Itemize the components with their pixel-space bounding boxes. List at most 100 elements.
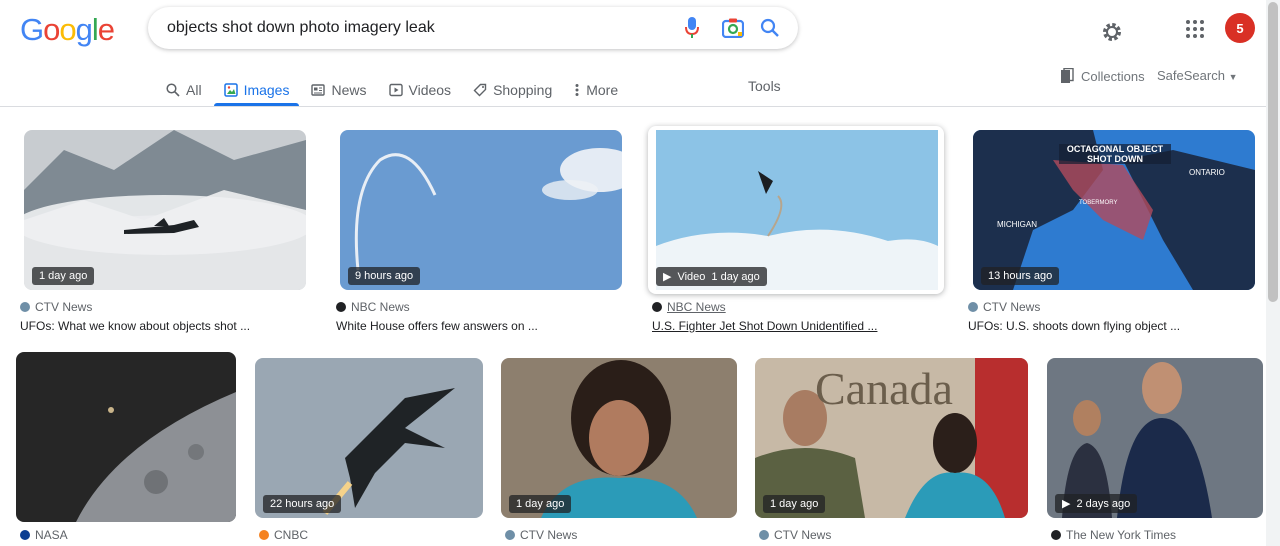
result-source[interactable]: NBC News: [336, 300, 410, 314]
time-badge: 22 hours ago: [263, 495, 342, 513]
image-icon: [223, 83, 238, 97]
result-source[interactable]: CNBC: [259, 528, 308, 542]
time-badge: 1 day ago: [509, 495, 572, 513]
video-label: Video: [677, 270, 706, 283]
map-label: MICHIGAN: [997, 220, 1037, 229]
map-title-line: OCTAGONAL OBJECT: [1066, 144, 1164, 154]
more-vert-icon: [575, 84, 579, 96]
tab-label: Shopping: [493, 82, 553, 98]
favicon-icon: [336, 302, 346, 312]
collections-label: Collections: [1081, 68, 1145, 84]
search-box[interactable]: objects shot down photo imagery leak: [148, 7, 798, 49]
time-badge: 13 hours ago: [981, 267, 1060, 285]
result-thumbnail[interactable]: 1 day ago: [501, 358, 737, 518]
result-title[interactable]: White House offers few answers on ...: [336, 319, 538, 333]
tab-shopping[interactable]: Shopping: [473, 68, 552, 103]
time-label: 9 hours ago: [355, 270, 414, 282]
result-source[interactable]: NASA: [20, 528, 68, 542]
time-label: 22 hours ago: [270, 498, 335, 510]
tab-news[interactable]: News: [311, 68, 367, 103]
search-icon[interactable]: [758, 16, 782, 40]
result-thumbnail[interactable]: 22 hours ago: [255, 358, 483, 518]
avatar-text: 5: [1236, 20, 1244, 36]
collections-button[interactable]: Collections: [1060, 68, 1145, 84]
time-badge: 1 day ago: [763, 495, 826, 513]
scrollbar[interactable]: [1266, 0, 1280, 546]
tag-icon: [473, 83, 487, 97]
time-badge: 9 hours ago: [348, 267, 421, 285]
source-label: NASA: [35, 528, 68, 542]
search-tabs: All Images News Videos Shopping More: [166, 68, 640, 106]
source-label: CTV News: [520, 528, 578, 542]
result-title[interactable]: UFOs: What we know about objects shot ..…: [20, 319, 250, 333]
time-label: 13 hours ago: [988, 270, 1053, 282]
canada-sign-text: Canada: [815, 363, 953, 414]
time-badge: 1 day ago: [32, 267, 95, 285]
result-source[interactable]: NBC News: [652, 300, 726, 314]
result-thumbnail[interactable]: [16, 352, 236, 522]
tab-label: More: [586, 82, 619, 98]
logo-letter: o: [59, 12, 76, 47]
source-label: CTV News: [983, 300, 1041, 314]
source-label: CNBC: [274, 528, 309, 542]
map-label: TOBERMORY: [1079, 200, 1118, 206]
video-badge: ▶ Video 1 day ago: [656, 267, 767, 286]
result-source[interactable]: CTV News: [20, 300, 92, 314]
logo-letter: e: [97, 12, 115, 47]
play-icon: ▶: [1062, 498, 1071, 510]
result-thumbnail[interactable]: Canada 1 day ago: [755, 358, 1028, 518]
map-label: ONTARIO: [1189, 168, 1225, 177]
result-thumbnail[interactable]: 9 hours ago: [340, 130, 622, 290]
result-source[interactable]: CTV News: [968, 300, 1040, 314]
tab-images[interactable]: Images: [213, 68, 300, 106]
favicon-icon: [759, 530, 769, 540]
source-label: The New York Times: [1066, 528, 1177, 542]
tools-button[interactable]: Tools: [748, 78, 781, 94]
google-logo[interactable]: Google: [20, 12, 115, 48]
tab-label: Images: [243, 82, 290, 98]
gear-icon[interactable]: [1100, 20, 1124, 44]
logo-letter: o: [43, 12, 60, 47]
tab-label: Videos: [408, 82, 452, 98]
video-badge: ▶ 2 days ago: [1055, 494, 1138, 513]
logo-letter: G: [20, 12, 44, 47]
safesearch-label: SafeSearch: [1157, 68, 1225, 83]
tab-label: All: [186, 82, 202, 98]
result-thumbnail[interactable]: ▶ 2 days ago: [1047, 358, 1263, 518]
avatar[interactable]: 5: [1225, 13, 1255, 43]
camera-lens-icon[interactable]: [721, 16, 745, 40]
favicon-icon: [1051, 530, 1061, 540]
tab-more[interactable]: More: [574, 68, 618, 103]
caret-down-icon: ▼: [1228, 72, 1238, 82]
favicon-icon: [259, 530, 269, 540]
bookmark-icon: [1061, 68, 1074, 83]
tab-label: News: [331, 82, 367, 98]
map-title-line: SHOT DOWN: [1087, 154, 1143, 164]
microphone-icon[interactable]: [680, 16, 704, 40]
news-icon: [311, 84, 326, 96]
favicon-icon: [20, 530, 30, 540]
result-source[interactable]: CTV News: [759, 528, 831, 542]
favicon-icon: [505, 530, 515, 540]
search-input[interactable]: objects shot down photo imagery leak: [167, 19, 435, 37]
safesearch-button[interactable]: SafeSearch ▼: [1157, 68, 1237, 83]
scrollbar-thumb[interactable]: [1268, 2, 1278, 302]
logo-letter: g: [75, 12, 93, 47]
tab-videos[interactable]: Videos: [388, 68, 452, 103]
source-label: NBC News: [351, 300, 410, 314]
result-title[interactable]: UFOs: U.S. shoots down flying object ...: [968, 319, 1180, 333]
result-source[interactable]: The New York Times: [1051, 528, 1176, 542]
result-thumbnail[interactable]: OCTAGONAL OBJECT SHOT DOWN ONTARIO TOBER…: [973, 130, 1255, 290]
result-thumbnail[interactable]: ▶ Video 1 day ago: [648, 126, 944, 294]
result-thumbnail[interactable]: 1 day ago: [24, 130, 306, 290]
apps-grid-icon[interactable]: [1183, 17, 1207, 41]
search-icon: [166, 83, 180, 97]
source-label: CTV News: [35, 300, 93, 314]
result-title[interactable]: U.S. Fighter Jet Shot Down Unidentified …: [652, 319, 877, 333]
time-label: 1 day ago: [770, 498, 819, 510]
play-icon: ▶: [663, 271, 672, 283]
result-source[interactable]: CTV News: [505, 528, 577, 542]
tab-all[interactable]: All: [166, 68, 202, 103]
favicon-icon: [968, 302, 978, 312]
source-label: CTV News: [774, 528, 832, 542]
